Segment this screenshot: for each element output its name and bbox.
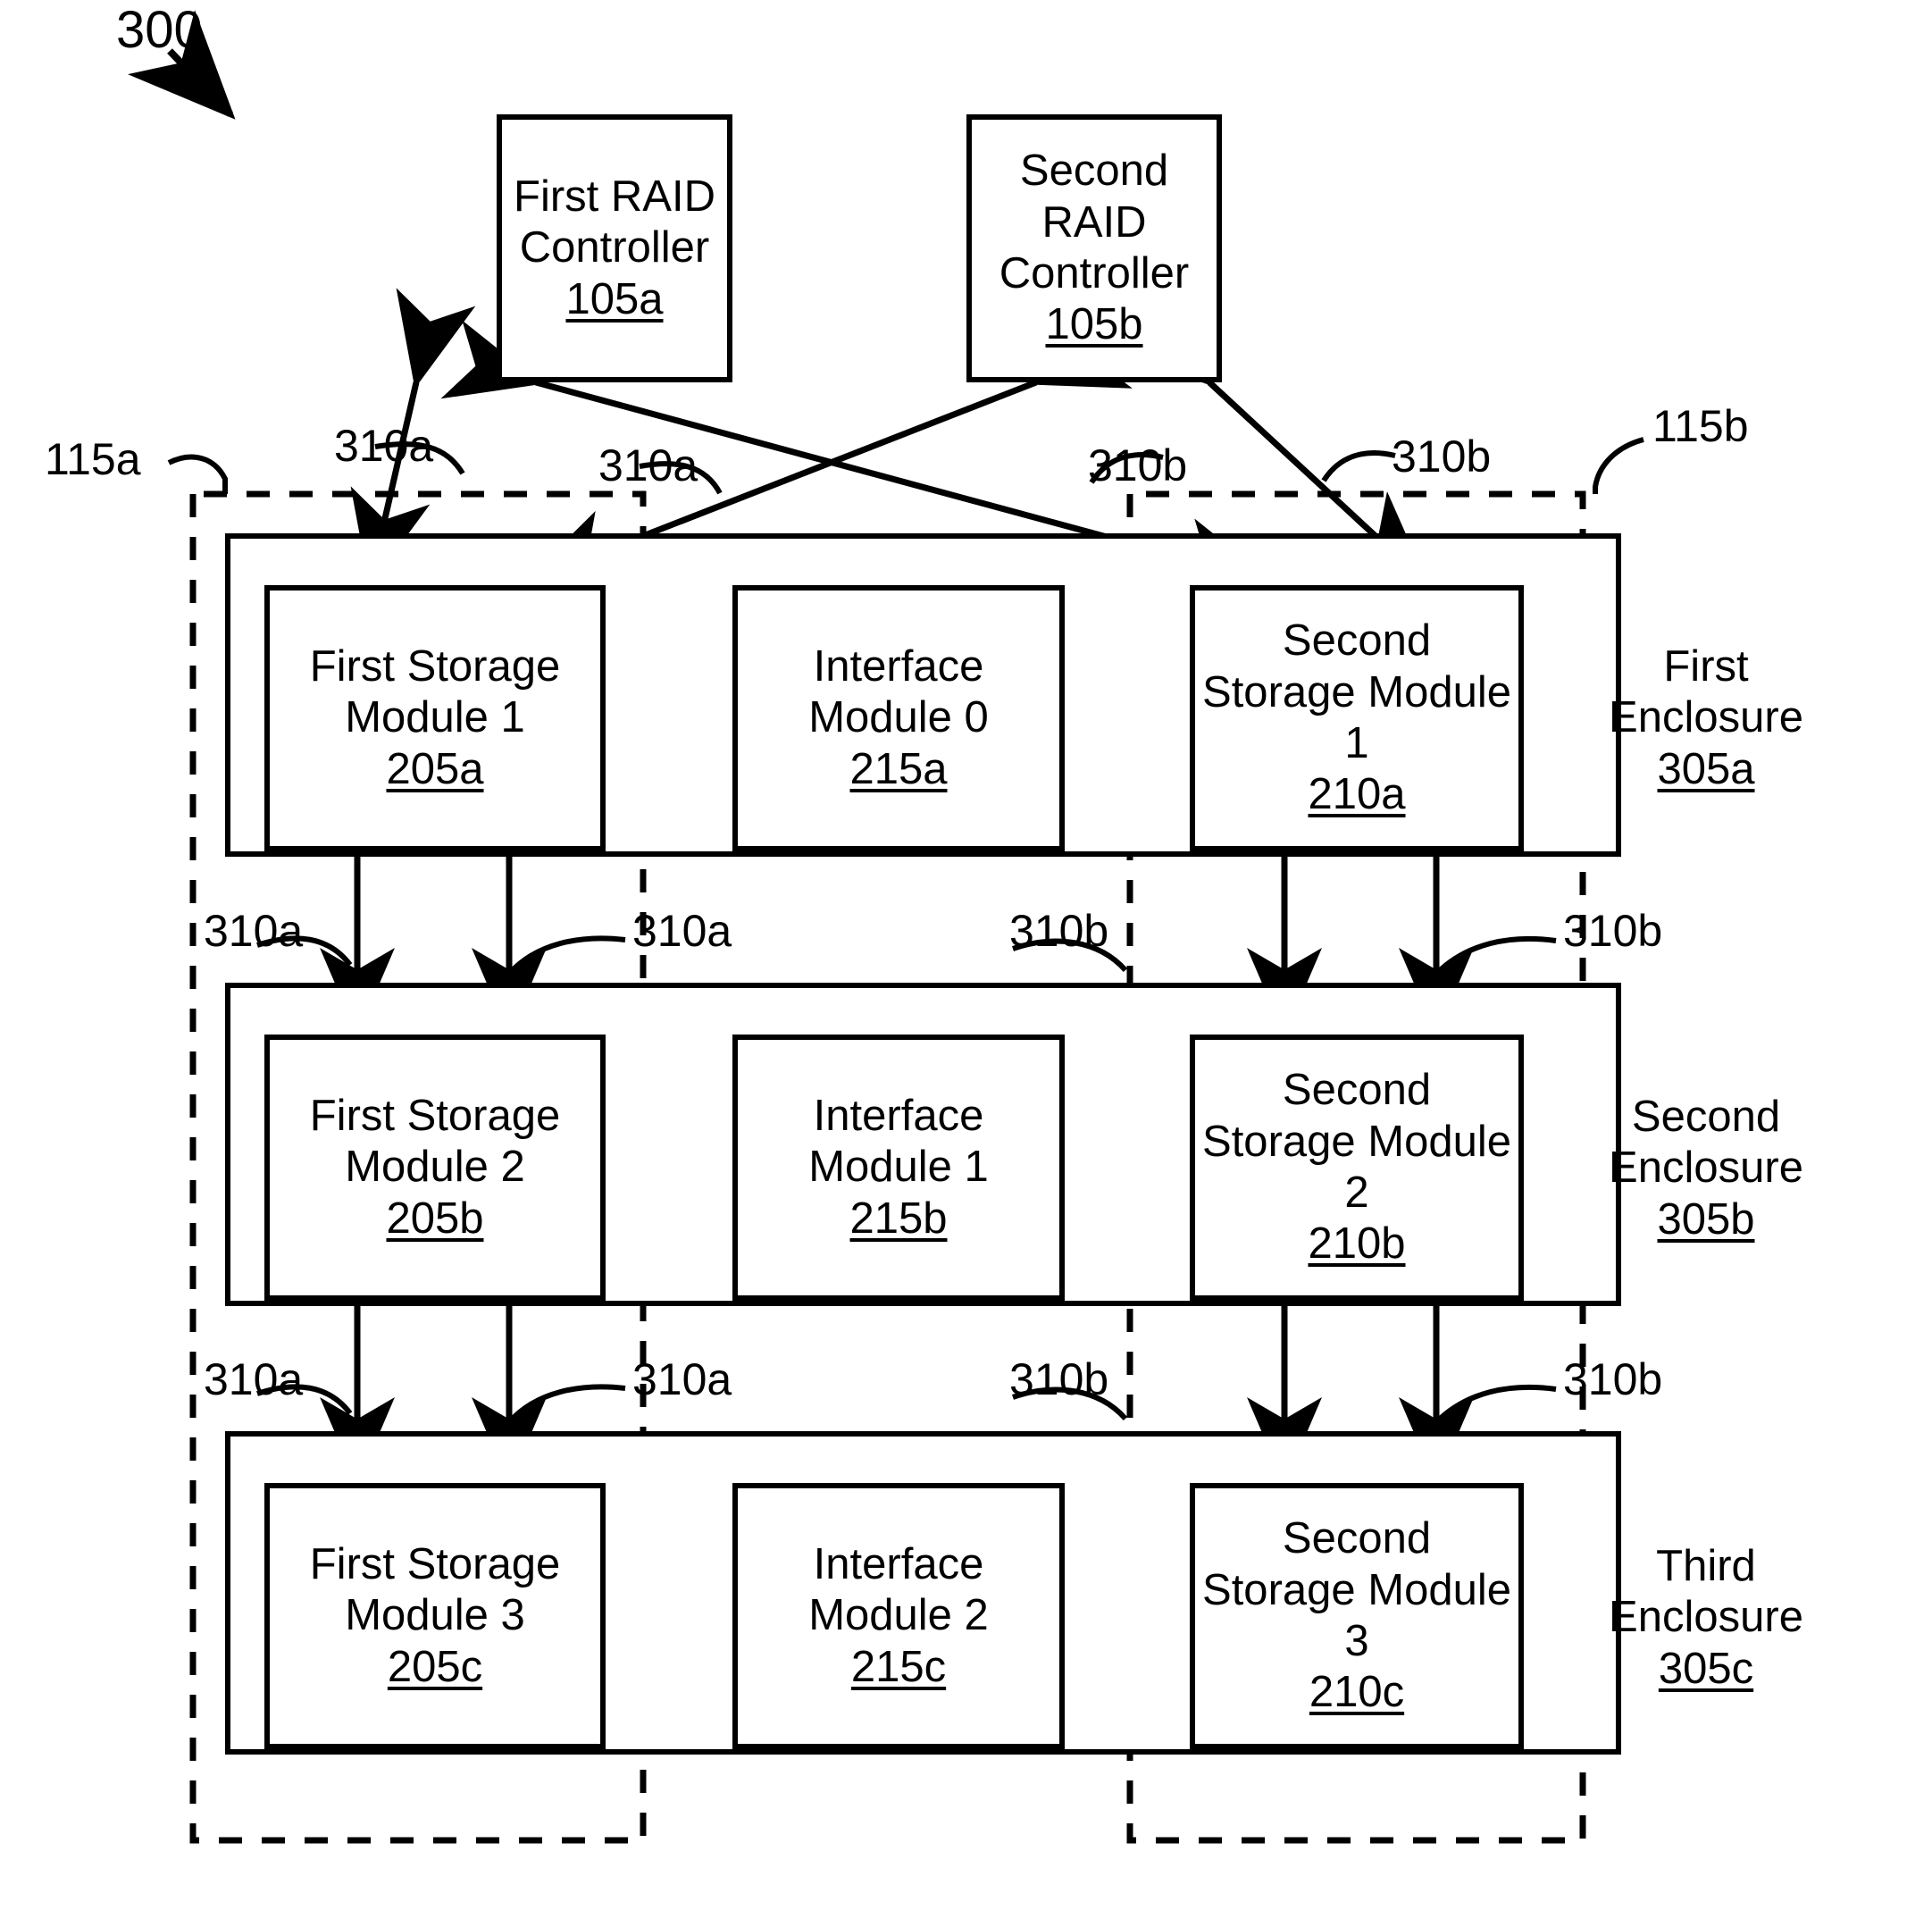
- second-storage-module-3-line1: Second: [1282, 1514, 1432, 1563]
- link-label-310b-band2-2: 310b: [1563, 1354, 1663, 1404]
- second-storage-module-1[interactable]: Second Storage Module 1 210a: [1190, 585, 1524, 851]
- second-storage-module-2[interactable]: Second Storage Module 2 210b: [1190, 1035, 1524, 1301]
- link-label-310a-band1-1: 310a: [204, 906, 304, 956]
- second-storage-module-1-line2: Storage Module: [1202, 667, 1511, 716]
- second-raid-controller-line2: Controller: [999, 249, 1190, 297]
- link-label-310b-band2-1: 310b: [1009, 1354, 1109, 1404]
- second-storage-module-3-line2: Storage Module: [1202, 1565, 1511, 1614]
- leader-310b-band1-right: [1434, 935, 1557, 976]
- leader-115b: [1593, 437, 1644, 494]
- second-storage-module-3-ref: 210c: [1309, 1668, 1405, 1717]
- link-label-310b-band1-2: 310b: [1563, 906, 1663, 956]
- first-storage-module-2-ref: 205b: [386, 1194, 484, 1243]
- interface-module-0-line1: Interface: [813, 642, 984, 691]
- second-storage-module-1-ref: 210a: [1308, 770, 1406, 819]
- link-label-310b-top-2: 310b: [1392, 431, 1492, 482]
- leader-310a-band1-right: [506, 935, 626, 976]
- third-enclosure-label: Third Enclosure 305c: [1599, 1541, 1813, 1695]
- link-label-310b-top-1: 310b: [1088, 440, 1188, 490]
- first-enclosure-line1: First: [1663, 642, 1749, 691]
- first-storage-module-1-ref: 205a: [386, 744, 484, 793]
- second-storage-module-2-line3: 2: [1344, 1169, 1369, 1217]
- link-label-310b-band1-1: 310b: [1009, 906, 1109, 956]
- second-storage-module-2-line2: Storage Module: [1202, 1117, 1511, 1166]
- interface-module-0[interactable]: Interface Module 0 215a: [732, 585, 1065, 851]
- interface-module-0-ref: 215a: [849, 744, 948, 793]
- second-enclosure-line2: Enclosure: [1609, 1143, 1803, 1193]
- first-raid-controller-line1: First RAID: [514, 172, 715, 221]
- first-storage-module-3-line2: Module 3: [345, 1591, 525, 1640]
- third-enclosure-ref: 305c: [1658, 1644, 1754, 1693]
- second-storage-module-2-line1: Second: [1282, 1066, 1432, 1115]
- link-label-310a-top-1: 310a: [334, 421, 434, 471]
- first-raid-controller-line2: Controller: [519, 223, 710, 272]
- second-storage-module-1-line1: Second: [1282, 616, 1432, 666]
- interface-module-2-line2: Module 2: [808, 1591, 989, 1640]
- second-raid-controller-ref: 105b: [1045, 300, 1143, 349]
- third-enclosure-line2: Enclosure: [1609, 1593, 1803, 1642]
- first-storage-module-3-ref: 205c: [387, 1642, 483, 1691]
- link-label-310a-band1-2: 310a: [632, 906, 732, 956]
- second-enclosure-label: Second Enclosure 305b: [1599, 1092, 1813, 1245]
- first-storage-module-1[interactable]: First Storage Module 1 205a: [264, 585, 606, 851]
- second-enclosure-ref: 305b: [1657, 1194, 1755, 1244]
- second-raid-controller-line1: Second RAID: [1019, 147, 1169, 247]
- interface-module-2-line1: Interface: [813, 1540, 984, 1588]
- first-enclosure-line2: Enclosure: [1609, 693, 1803, 742]
- second-raid-controller[interactable]: Second RAID Controller 105b: [966, 114, 1222, 382]
- link-label-310a-band2-1: 310a: [204, 1354, 304, 1404]
- first-raid-controller-ref: 105a: [565, 274, 664, 323]
- second-enclosure-line1: Second: [1631, 1093, 1781, 1141]
- interface-module-1-line2: Module 1: [808, 1143, 989, 1192]
- second-storage-module-3-line3: 3: [1344, 1617, 1369, 1665]
- interface-module-0-line2: Module 0: [808, 693, 989, 742]
- interface-module-2[interactable]: Interface Module 2 215c: [732, 1483, 1065, 1749]
- leader-310b-top-right: [1321, 450, 1396, 482]
- figure-number-arrow: [127, 10, 236, 120]
- interface-module-1[interactable]: Interface Module 1 215b: [732, 1035, 1065, 1301]
- leader-310a-band2-right: [506, 1384, 626, 1424]
- first-storage-module-3[interactable]: First Storage Module 3 205c: [264, 1483, 606, 1749]
- leader-310b-band2-right: [1434, 1384, 1557, 1425]
- interface-module-1-ref: 215b: [849, 1194, 948, 1243]
- first-enclosure-ref: 305a: [1657, 744, 1755, 793]
- link-label-310a-band2-2: 310a: [632, 1354, 732, 1404]
- first-raid-controller[interactable]: First RAID Controller 105a: [497, 114, 732, 382]
- first-enclosure-label: First Enclosure 305a: [1599, 641, 1813, 795]
- figure-number: 300: [116, 1, 203, 59]
- first-storage-module-3-line1: First Storage: [309, 1540, 561, 1588]
- first-storage-module-2-line1: First Storage: [309, 1092, 561, 1140]
- first-storage-module-1-line2: Module 1: [345, 693, 525, 742]
- ref-label-115b: 115b: [1652, 401, 1749, 451]
- second-storage-module-3[interactable]: Second Storage Module 3 210c: [1190, 1483, 1524, 1749]
- patent-figure-300: 300 115a 115b First RAID Controller 105a…: [0, 0, 1932, 1910]
- second-storage-module-1-line3: 1: [1344, 719, 1369, 767]
- first-storage-module-1-line1: First Storage: [309, 642, 561, 691]
- leader-115a: [167, 454, 228, 494]
- third-enclosure-line1: Third: [1656, 1542, 1756, 1590]
- interface-module-1-line1: Interface: [813, 1092, 984, 1140]
- second-storage-module-2-ref: 210b: [1308, 1219, 1406, 1269]
- interface-module-2-ref: 215c: [850, 1642, 947, 1691]
- link-label-310a-top-2: 310a: [598, 440, 698, 490]
- first-storage-module-2-line2: Module 2: [345, 1143, 525, 1192]
- first-storage-module-2[interactable]: First Storage Module 2 205b: [264, 1035, 606, 1301]
- ref-label-115a: 115a: [45, 434, 141, 484]
